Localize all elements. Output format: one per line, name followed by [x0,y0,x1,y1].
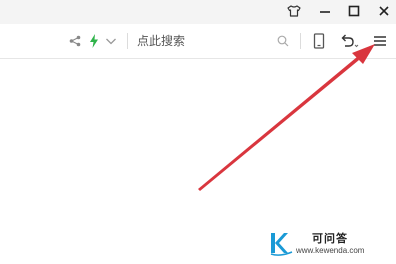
annotation-arrow-icon [198,44,375,191]
watermark-url: www.kewenda.com [296,246,365,255]
watermark-title: 可问答 [312,233,348,245]
kewenda-logo-icon [270,233,293,256]
watermark: 可问答 www.kewenda.com [268,230,392,260]
